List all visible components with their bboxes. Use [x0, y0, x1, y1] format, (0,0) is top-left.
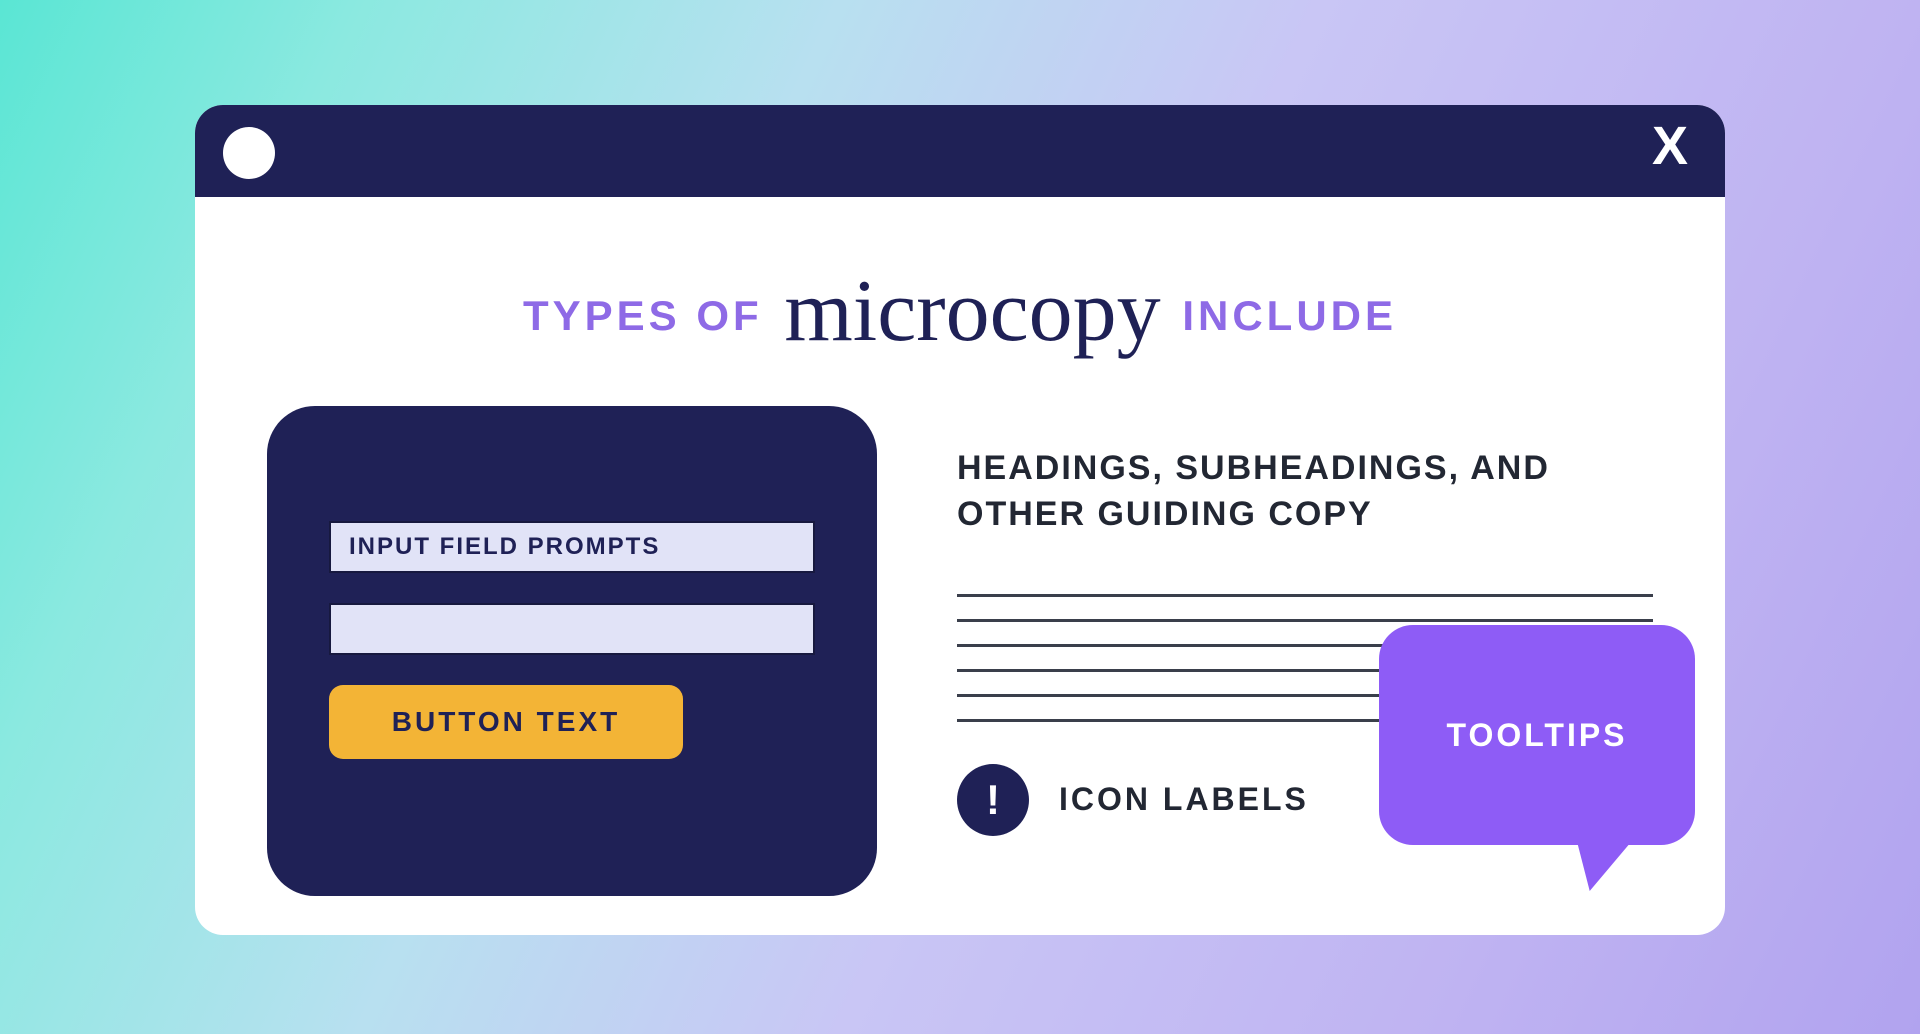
headline-suffix: INCLUDE: [1182, 292, 1397, 339]
input-field-blank[interactable]: [329, 603, 815, 655]
window-close-button[interactable]: X: [1652, 115, 1689, 177]
form-card: INPUT FIELD PROMPTS BUTTON TEXT: [267, 406, 877, 896]
text-line: [957, 594, 1653, 597]
headline-prefix: TYPES OF: [523, 292, 763, 339]
tooltip-tail-icon: [1564, 831, 1641, 891]
tooltip-bubble: TOOLTIPS: [1379, 625, 1695, 845]
browser-window: X TYPES OF microcopy INCLUDE INPUT FIELD…: [195, 105, 1725, 935]
exclamation-icon: !: [957, 764, 1029, 836]
page-headline: TYPES OF microcopy INCLUDE: [195, 251, 1725, 352]
headline-script: microcopy: [778, 263, 1166, 360]
window-control-dot-icon: [223, 127, 275, 179]
example-button[interactable]: BUTTON TEXT: [329, 685, 683, 759]
window-titlebar: X: [195, 105, 1725, 197]
text-line: [957, 619, 1653, 622]
tooltip-label: TOOLTIPS: [1379, 717, 1695, 754]
input-field-prompts[interactable]: INPUT FIELD PROMPTS: [329, 521, 815, 573]
guiding-copy-heading: HEADINGS, SUBHEADINGS, AND OTHER GUIDING…: [957, 446, 1577, 538]
icon-label-text: ICON LABELS: [1059, 781, 1309, 818]
example-button-label: BUTTON TEXT: [392, 706, 620, 738]
input-field-label: INPUT FIELD PROMPTS: [349, 533, 660, 561]
